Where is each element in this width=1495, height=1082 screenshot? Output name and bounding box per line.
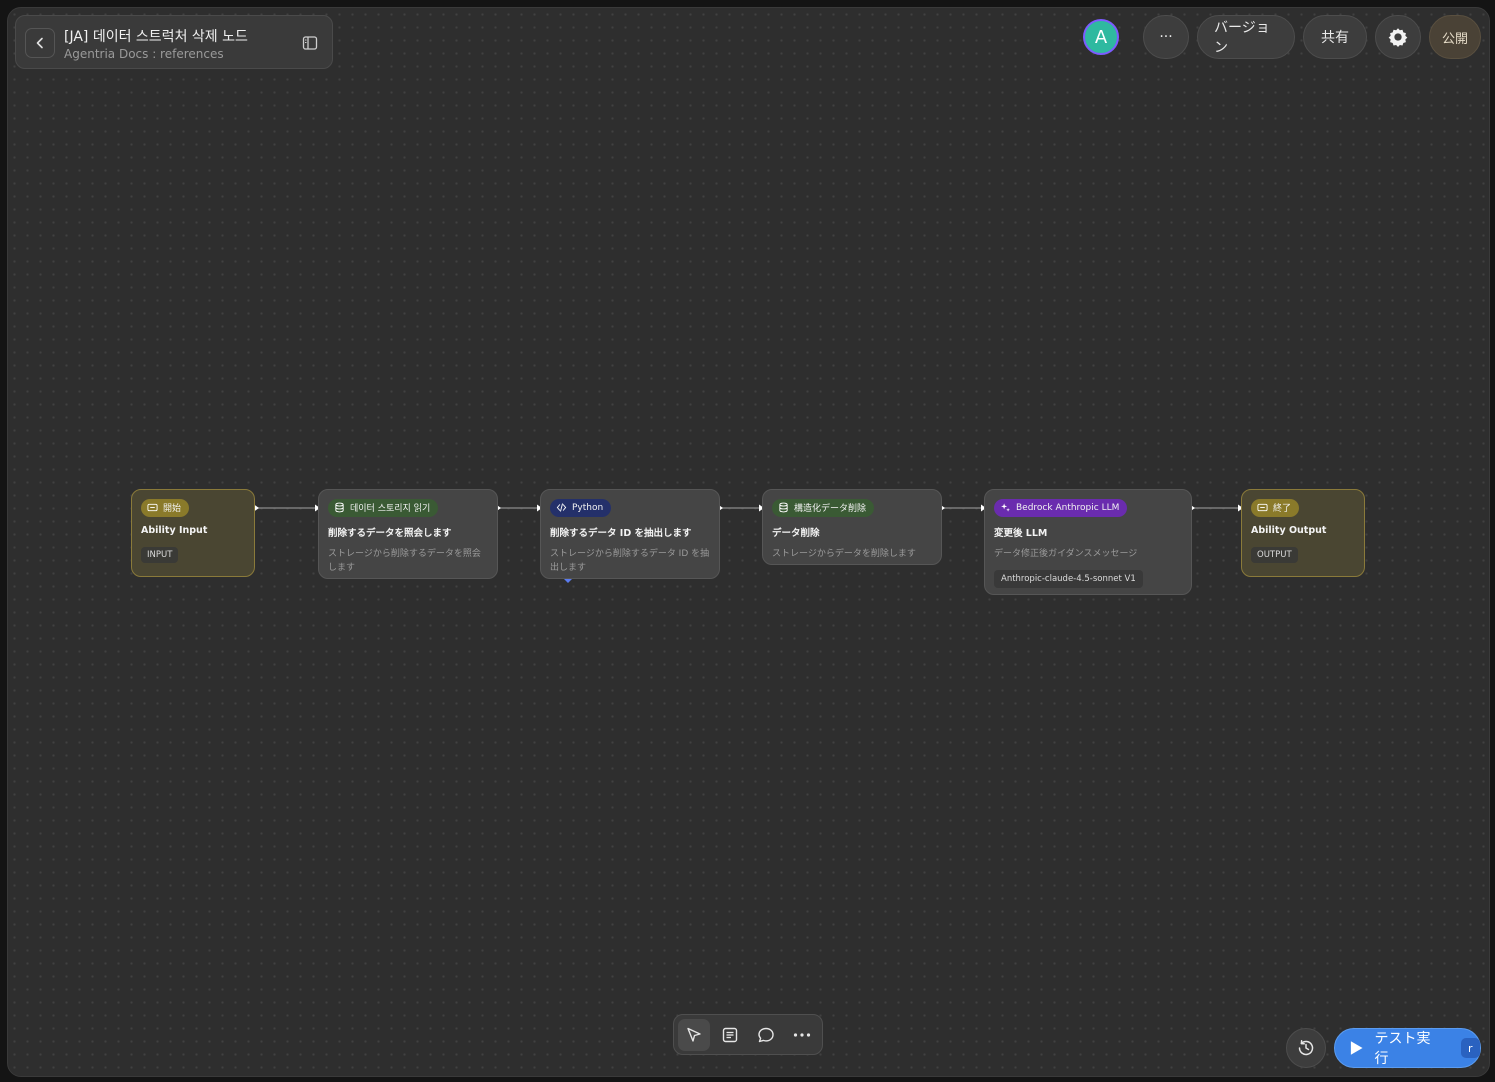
io-icon	[147, 503, 158, 512]
more-button[interactable]: ···	[1143, 15, 1189, 59]
sidebar-toggle-icon[interactable]	[302, 35, 318, 51]
pointer-tool-button[interactable]	[678, 1018, 710, 1051]
shortcut-badge: r	[1460, 1038, 1480, 1058]
node-bedrock-llm[interactable]: Bedrock Anthropic LLM 変更後 LLM データ修正後ガイダン…	[984, 489, 1192, 595]
node-title: Ability Input	[141, 525, 208, 536]
history-button[interactable]	[1286, 1028, 1326, 1068]
note-icon	[722, 1027, 738, 1042]
node-tag: INPUT	[141, 547, 179, 563]
node-ability-output[interactable]: 終了 Ability Output OUTPUT	[1241, 489, 1365, 577]
database-icon	[779, 502, 788, 513]
play-icon	[1350, 1041, 1363, 1055]
model-tag: Anthropic-claude-4.5-sonnet V1	[994, 570, 1143, 588]
node-chip: 開始	[141, 498, 190, 517]
more-tools-button[interactable]	[786, 1019, 818, 1051]
node-ability-input[interactable]: 開始 Ability Input INPUT	[131, 489, 255, 577]
node-python[interactable]: Python 削除するデータ ID を抽出します ストレージから削除するデータ …	[540, 489, 720, 579]
back-button[interactable]	[25, 28, 55, 58]
code-icon	[556, 503, 567, 512]
top-actions: A ··· バージョン 共有 公開	[1083, 15, 1481, 59]
version-button[interactable]: バージョン	[1197, 15, 1295, 59]
node-storage-read[interactable]: 데이터 스토리지 읽기 削除するデータを照会します ストレージから削除するデータ…	[318, 489, 498, 579]
note-tool-button[interactable]	[714, 1019, 746, 1051]
workflow-title: [JA] 데이터 스트럭처 삭제 노드	[64, 29, 248, 45]
node-structured-delete[interactable]: 構造化データ削除 データ削除 ストレージからデータを削除します	[762, 489, 942, 565]
node-chip: Bedrock Anthropic LLM	[994, 498, 1128, 517]
share-button[interactable]: 共有	[1303, 15, 1367, 59]
node-chip: Python	[550, 498, 612, 517]
node-chip: 데이터 스토리지 읽기	[328, 498, 439, 517]
gear-icon	[1388, 28, 1408, 47]
workflow-title-card: [JA] 데이터 스트럭처 삭제 노드 Agentria Docs : refe…	[15, 15, 333, 69]
io-icon	[1257, 503, 1268, 512]
history-icon	[1298, 1040, 1314, 1056]
pointer-icon	[687, 1027, 701, 1042]
node-title: 変更後 LLM	[994, 528, 1048, 539]
node-description: ストレージからデータを削除します	[772, 549, 916, 559]
more-icon	[793, 1032, 811, 1037]
node-title: 削除するデータ ID を抽出します	[550, 528, 692, 539]
node-description: データ修正後ガイダンスメッセージ	[994, 549, 1138, 559]
workflow-subtitle: Agentria Docs : references	[64, 47, 224, 61]
node-title: Ability Output	[1251, 525, 1327, 536]
node-chip: 構造化データ削除	[772, 498, 875, 517]
comment-tool-button[interactable]	[750, 1019, 782, 1051]
node-chip: 終了	[1251, 498, 1300, 517]
settings-button[interactable]	[1375, 15, 1421, 59]
publish-button[interactable]: 公開	[1429, 15, 1481, 59]
node-title: 削除するデータを照会します	[328, 528, 452, 539]
node-tag: OUTPUT	[1251, 547, 1298, 563]
node-description: ストレージから削除するデータを照会します	[328, 549, 481, 573]
node-description: ストレージから削除するデータ ID を抽出します	[550, 549, 710, 573]
test-run-button[interactable]: テスト実行 r	[1334, 1028, 1481, 1068]
canvas-toolbar	[673, 1014, 823, 1055]
avatar[interactable]: A	[1083, 19, 1119, 55]
sparkle-icon	[1001, 503, 1010, 512]
test-run-label: テスト実行	[1374, 1031, 1431, 1067]
node-title: データ削除	[772, 528, 820, 539]
comment-icon	[758, 1027, 774, 1042]
database-icon	[335, 502, 344, 513]
chevron-left-icon	[36, 37, 43, 49]
